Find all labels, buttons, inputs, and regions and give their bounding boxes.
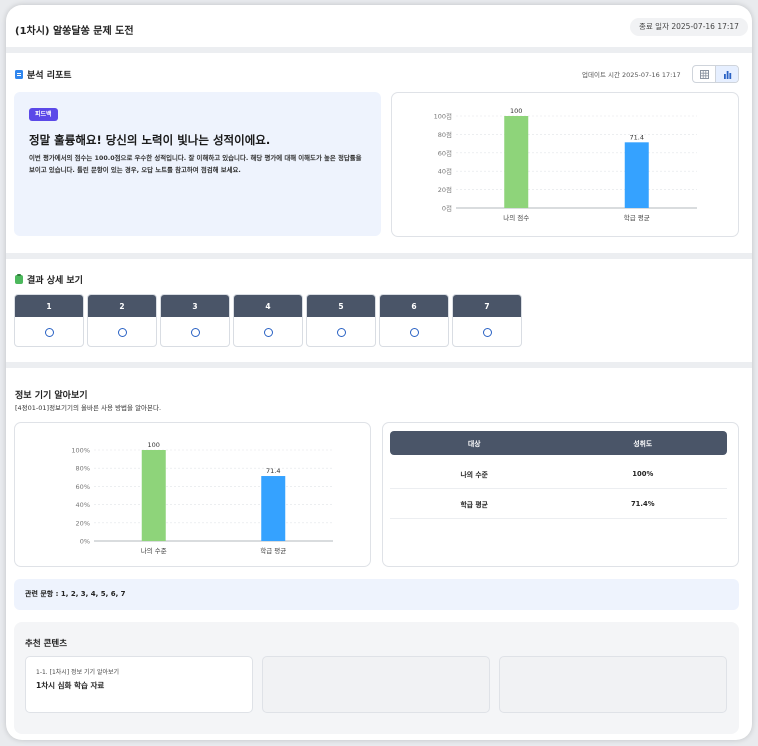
correct-circle-icon bbox=[44, 327, 54, 337]
level-bar-chart: 0% 20% 40% 60% 80% 100% 100 나의 수준 71.4 학급 평균 bbox=[71, 441, 333, 555]
recommend-card-empty bbox=[262, 656, 490, 713]
report-section-title: 분석 리포트 bbox=[15, 68, 72, 81]
col-target-header: 대상 bbox=[467, 440, 481, 448]
page-title: (1차시) 알쏭달쏭 문제 도전 bbox=[15, 26, 134, 37]
report-title: 분석 리포트 bbox=[27, 71, 72, 81]
results-title: 결과 상세 보기 bbox=[27, 276, 83, 286]
y-tick-label: 80점 bbox=[438, 131, 452, 139]
table-cell: 71.4% bbox=[630, 499, 655, 508]
bar bbox=[261, 476, 286, 541]
correct-circle-icon bbox=[263, 327, 273, 337]
y-tick-label: 100% bbox=[71, 447, 90, 455]
score-chart-card: 0점 20점 40점 60점 80점 100점 100 나의 점수 71.4 학급 평균 bbox=[391, 92, 739, 237]
divider bbox=[6, 47, 752, 53]
question-card-3[interactable]: 3 bbox=[160, 294, 230, 347]
data-label: 71.4 bbox=[266, 467, 280, 475]
question-card-5[interactable]: 5 bbox=[306, 294, 376, 347]
y-tick-label: 60% bbox=[76, 483, 90, 491]
bar bbox=[141, 450, 166, 541]
question-number: 3 bbox=[161, 295, 229, 317]
recommend-title: 추천 콘텐츠 bbox=[25, 639, 68, 649]
table-header: 대상 성취도 bbox=[390, 431, 727, 455]
table-cell: 100% bbox=[632, 469, 654, 478]
question-result bbox=[88, 317, 156, 346]
y-tick-label: 0점 bbox=[442, 205, 452, 213]
end-date-badge: 종료 일자 2025-07-16 17:17 bbox=[630, 18, 748, 36]
question-number: 1 bbox=[15, 295, 83, 317]
recommend-panel: 추천 콘텐츠 1-1. [1차시] 정보 기기 알아보기 1차시 심화 학습 자… bbox=[14, 622, 739, 734]
question-number: 5 bbox=[307, 295, 375, 317]
y-tick-label: 60점 bbox=[438, 149, 452, 157]
question-number: 6 bbox=[380, 295, 448, 317]
recommend-card[interactable]: 1-1. [1차시] 정보 기기 알아보기 1차시 심화 학습 자료 bbox=[25, 656, 253, 713]
x-tick-label: 나의 수준 bbox=[141, 546, 167, 555]
table-icon bbox=[699, 69, 709, 79]
question-result bbox=[307, 317, 375, 346]
related-questions: 관련 문항 : 1, 2, 3, 4, 5, 6, 7 bbox=[14, 579, 739, 610]
y-tick-label: 40% bbox=[76, 501, 90, 509]
table-row: 학급 평균 71.4% bbox=[390, 489, 727, 519]
y-tick-label: 0% bbox=[80, 538, 90, 546]
col-achievement-header: 성취도 bbox=[633, 440, 653, 448]
info-title: 정보 기기 알아보기 bbox=[15, 391, 88, 401]
bar bbox=[504, 116, 529, 208]
y-tick-label: 20% bbox=[76, 519, 90, 527]
divider bbox=[6, 362, 752, 368]
question-result bbox=[380, 317, 448, 346]
question-number: 2 bbox=[88, 295, 156, 317]
question-result bbox=[161, 317, 229, 346]
achievement-table-card: 대상 성취도 나의 수준 100% 학급 평균 71.4% bbox=[382, 422, 739, 567]
x-tick-label: 학급 평균 bbox=[624, 213, 650, 222]
question-result bbox=[15, 317, 83, 346]
level-chart-card: 0% 20% 40% 60% 80% 100% 100 나의 수준 71.4 학급 평균 bbox=[14, 422, 371, 567]
chart-view-button[interactable] bbox=[715, 66, 738, 82]
correct-circle-icon bbox=[117, 327, 127, 337]
table-cell: 학급 평균 bbox=[460, 500, 488, 509]
x-tick-label: 학급 평균 bbox=[260, 546, 286, 555]
question-card-6[interactable]: 6 bbox=[379, 294, 449, 347]
question-card-2[interactable]: 2 bbox=[87, 294, 157, 347]
achievement-standard: [4정01-01]정보기기의 올바른 사용 방법을 알아본다. bbox=[15, 404, 162, 412]
recommend-crumb: 1-1. [1차시] 정보 기기 알아보기 bbox=[36, 669, 120, 676]
recommend-name: 1차시 심화 학습 자료 bbox=[36, 681, 105, 690]
question-card-4[interactable]: 4 bbox=[233, 294, 303, 347]
feedback-badge: 피드백 bbox=[29, 108, 58, 121]
table-view-button[interactable] bbox=[693, 66, 715, 82]
score-bar-chart: 0점 20점 40점 60점 80점 100점 100 나의 점수 71.4 학급 평균 bbox=[434, 107, 697, 222]
divider bbox=[6, 253, 752, 259]
y-tick-label: 20점 bbox=[438, 186, 452, 194]
view-toggle bbox=[692, 65, 739, 83]
y-tick-label: 100점 bbox=[434, 113, 452, 121]
report-icon bbox=[15, 70, 23, 79]
results-section-title: 결과 상세 보기 bbox=[15, 273, 83, 286]
question-result bbox=[453, 317, 521, 346]
bar-chart-icon bbox=[723, 70, 731, 79]
app-frame: (1차시) 알쏭달쏭 문제 도전 종료 일자 2025-07-16 17:17 … bbox=[6, 5, 752, 740]
feedback-headline: 정말 훌륭해요! 당신의 노력이 빛나는 성적이에요. bbox=[29, 133, 271, 147]
data-label: 71.4 bbox=[630, 133, 644, 141]
feedback-body: 이번 평가에서의 점수는 100.0점으로 우수한 성적입니다. 잘 이해하고 … bbox=[29, 154, 362, 174]
data-label: 100 bbox=[510, 107, 522, 115]
correct-circle-icon bbox=[482, 327, 492, 337]
correct-circle-icon bbox=[409, 327, 419, 337]
question-card-1[interactable]: 1 bbox=[14, 294, 84, 347]
question-number: 4 bbox=[234, 295, 302, 317]
table-cell: 나의 수준 bbox=[460, 470, 488, 479]
question-number: 7 bbox=[453, 295, 521, 317]
clipboard-icon bbox=[15, 274, 23, 284]
recommend-card-empty bbox=[499, 656, 727, 713]
table-row: 나의 수준 100% bbox=[390, 459, 727, 489]
y-tick-label: 40점 bbox=[438, 168, 452, 176]
feedback-panel: 피드백 정말 훌륭해요! 당신의 노력이 빛나는 성적이에요. 이번 평가에서의… bbox=[14, 92, 381, 236]
bar bbox=[624, 142, 649, 208]
question-card-7[interactable]: 7 bbox=[452, 294, 522, 347]
y-tick-label: 80% bbox=[76, 465, 90, 473]
question-result bbox=[234, 317, 302, 346]
data-label: 100 bbox=[148, 441, 160, 449]
x-tick-label: 나의 점수 bbox=[503, 213, 529, 222]
update-time: 업데이트 시간 2025-07-16 17:17 bbox=[582, 71, 681, 79]
correct-circle-icon bbox=[190, 327, 200, 337]
correct-circle-icon bbox=[336, 327, 346, 337]
